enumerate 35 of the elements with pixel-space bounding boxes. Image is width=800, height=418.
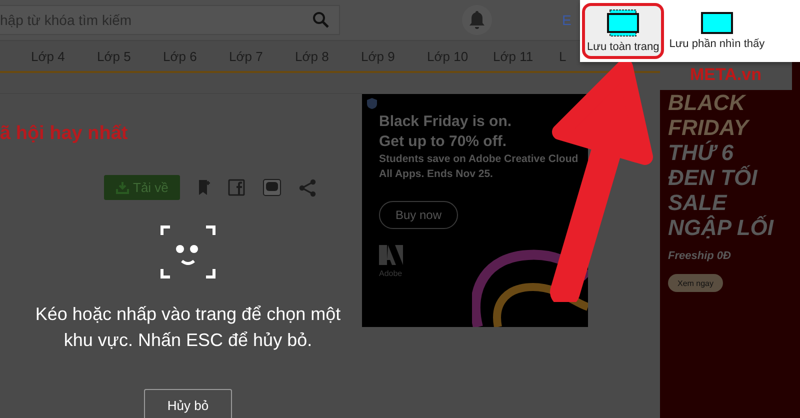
ad-text: Students save on Adobe Creative Cloud [379,152,580,167]
ad-headline: Get up to 70% off. [379,132,508,152]
shield-icon [367,98,377,109]
ad-headline: Black Friday is on. [379,112,513,132]
cancel-button[interactable]: Hủy bỏ [144,389,232,418]
view-now-button[interactable]: Xem ngay [668,274,723,292]
article-title: ã hội hay nhất [0,123,129,145]
facebook-icon[interactable] [228,179,246,196]
logo-icon [379,245,403,265]
header-link[interactable]: E [562,12,572,28]
site-logo: META.vn [660,60,792,90]
chat-app-icon[interactable] [263,179,282,196]
banner-text: NGẬP LỐI [668,215,774,240]
banner-text: SALE [668,190,727,215]
banner-text: ĐEN TỐI [668,165,758,190]
ad-brand: Adobe [379,269,404,278]
banner-text: THỨ 6 [668,140,734,165]
notification-bell-button[interactable] [462,5,492,35]
ad-text: All Apps. Ends Nov 25. [379,167,494,182]
save-option[interactable]: Lưu phần nhìn thấy [664,6,770,56]
visible-area-icon [700,12,733,34]
download-icon [116,182,129,194]
freeship-text: Freeship 0Đ [668,250,731,262]
face-select-icon [160,225,216,279]
save-option[interactable]: Lưu toàn trang [582,3,664,59]
bookmark-icon[interactable] [198,180,210,195]
search-icon[interactable] [312,11,330,29]
capture-instruction: Kéo hoặc nhấp vào trang để chọn một khu vực. Nhấn ESC để hủy bỏ. [34,303,342,352]
share-icon[interactable] [299,178,316,196]
bell-icon [468,10,486,30]
sale-banner[interactable]: META.vn BLACK FRIDAY THỨ 6 ĐEN TỐI SALE NGẬP LỐI Freeship 0Đ Xem ngay [660,60,800,418]
banner-text: FRIDAY [668,115,748,140]
buy-now-button[interactable]: Buy now [379,201,458,229]
banner-text: BLACK [668,90,745,115]
full-page-icon [607,9,640,37]
